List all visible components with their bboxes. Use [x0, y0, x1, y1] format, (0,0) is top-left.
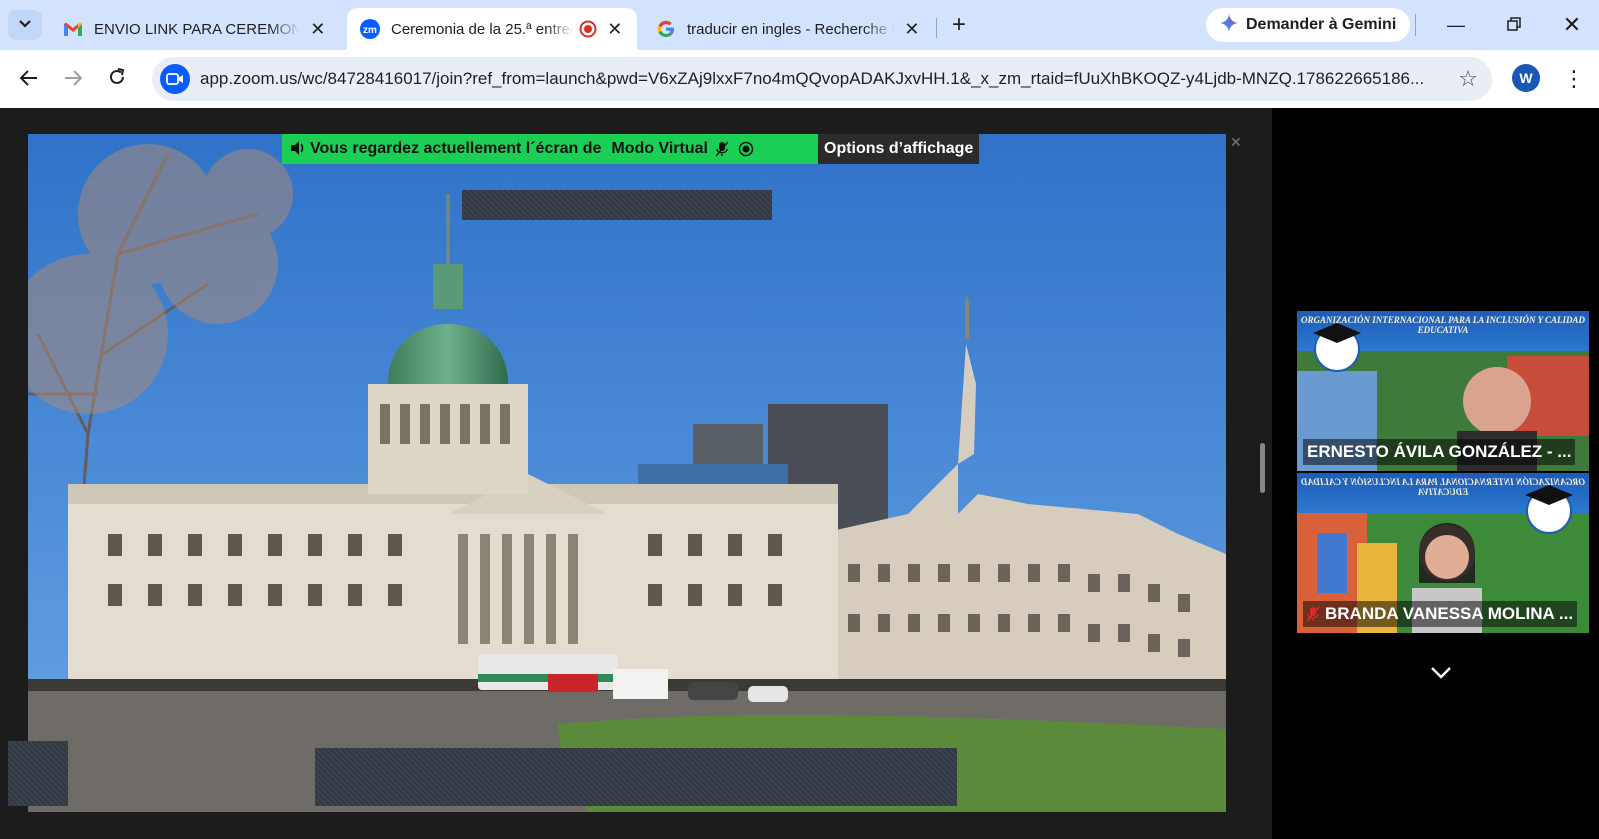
recording-icon — [738, 141, 754, 157]
more-menu-icon[interactable]: ⋮ — [1560, 62, 1588, 96]
reload-icon — [108, 66, 126, 92]
new-tab-button[interactable]: + — [944, 10, 974, 40]
tab-search-button[interactable] — [8, 10, 42, 40]
gmail-icon — [62, 18, 84, 40]
close-window-button[interactable]: ✕ — [1552, 8, 1592, 42]
mic-muted-icon — [1307, 606, 1319, 622]
graduation-cap-logo-icon — [1307, 315, 1367, 380]
browser-tab-strip: ENVIO LINK PARA CEREMONIA ✕ zm Ceremonia… — [0, 0, 1599, 50]
close-icon[interactable]: ✕ — [903, 18, 921, 40]
recording-icon — [579, 20, 597, 38]
screen-share-pane: Vous regardez actuellement l´écran de Mo… — [0, 108, 1272, 839]
view-options-button[interactable]: Options d’affichage — [818, 134, 980, 164]
close-icon[interactable]: ✕ — [605, 18, 625, 40]
tab-divider — [936, 18, 937, 38]
tab-title: traducir en ingles - Recherche Google — [687, 20, 895, 38]
participant-name: ERNESTO ÁVILA GONZÁLEZ - ... — [1303, 439, 1576, 465]
tab-google-search[interactable]: traducir en ingles - Recherche Google ✕ — [643, 8, 933, 50]
participant-video-tile[interactable]: ORGANIZACIÓN INTERNACIONAL PARA LA INCLU… — [1297, 473, 1589, 633]
arrow-left-icon — [19, 66, 38, 92]
svg-text:zm: zm — [363, 25, 377, 36]
presenter-name: Modo Virtual — [611, 140, 708, 157]
shared-screen-image — [28, 134, 1226, 812]
panel-resize-handle[interactable] — [1260, 443, 1265, 493]
divider — [1415, 14, 1416, 36]
arrow-right-icon — [64, 66, 83, 92]
gemini-button[interactable]: Demander à Gemini — [1206, 8, 1411, 42]
tab-gmail[interactable]: ENVIO LINK PARA CEREMONIA ✕ — [50, 8, 340, 50]
restore-button[interactable] — [1494, 8, 1534, 42]
chevron-down-icon — [1430, 663, 1452, 685]
mic-muted-icon — [715, 141, 728, 157]
forward-button[interactable] — [56, 62, 90, 96]
close-icon[interactable]: ✕ — [1230, 134, 1242, 151]
browser-toolbar: app.zoom.us/wc/84728416017/join?ref_from… — [0, 50, 1599, 108]
url-text[interactable]: app.zoom.us/wc/84728416017/join?ref_from… — [200, 69, 1440, 89]
participant-name-text: BRANDA VANESSA MOLINA ... — [1325, 604, 1574, 623]
participant-video-tile[interactable]: ORGANIZACIÓN INTERNACIONAL PARA LA INCLU… — [1297, 311, 1589, 471]
redacted-overlay — [315, 748, 957, 806]
tab-zoom[interactable]: zm Ceremonia de la 25.ª entrega ✕ — [347, 8, 637, 50]
bookmark-star-icon[interactable]: ☆ — [1458, 66, 1478, 92]
minimize-button[interactable]: — — [1436, 8, 1476, 42]
plus-icon: + — [951, 11, 966, 38]
tab-title: Ceremonia de la 25.ª entrega — [391, 20, 573, 38]
profile-avatar[interactable]: W — [1512, 64, 1540, 92]
speaker-icon — [290, 140, 306, 161]
redacted-overlay — [462, 190, 772, 220]
chevron-down-icon — [18, 16, 32, 34]
reload-button[interactable] — [100, 62, 134, 96]
google-icon — [655, 18, 677, 40]
minimize-icon: — — [1447, 14, 1465, 35]
zoom-icon: zm — [359, 18, 381, 40]
viewing-status: Vous regardez actuellement l´écran de Mo… — [282, 134, 818, 164]
restore-icon — [1507, 15, 1521, 36]
close-icon[interactable]: ✕ — [308, 18, 328, 40]
viewing-text: Vous regardez actuellement l´écran de — [310, 140, 602, 157]
show-more-participants-button[interactable] — [1430, 663, 1452, 686]
redacted-overlay — [8, 741, 68, 806]
gemini-sparkle-icon — [1220, 13, 1238, 37]
tab-title: ENVIO LINK PARA CEREMONIA — [94, 20, 300, 38]
graduation-cap-logo-icon — [1519, 477, 1579, 542]
address-bar[interactable]: app.zoom.us/wc/84728416017/join?ref_from… — [152, 57, 1492, 101]
zoom-camera-icon[interactable] — [160, 64, 190, 94]
gemini-label: Demander à Gemini — [1246, 16, 1397, 33]
viewing-banner: Vous regardez actuellement l´écran de Mo… — [282, 134, 980, 164]
back-button[interactable] — [12, 62, 46, 96]
zoom-meeting-area: Vous regardez actuellement l´écran de Mo… — [0, 108, 1599, 839]
participant-name: BRANDA VANESSA MOLINA ... — [1303, 601, 1578, 627]
close-icon: ✕ — [1562, 12, 1582, 37]
